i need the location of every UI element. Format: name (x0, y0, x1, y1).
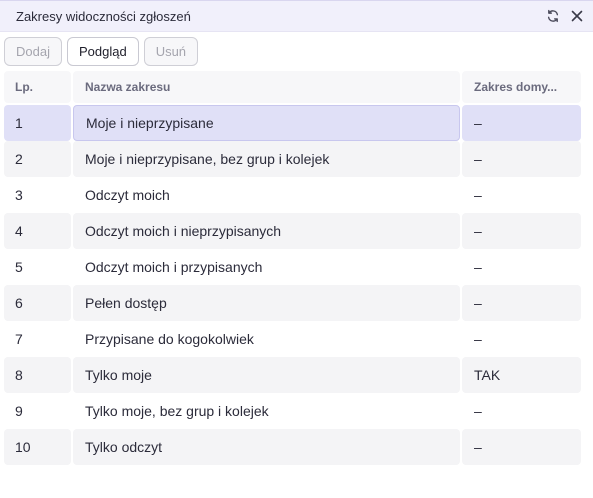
window-title: Zakresy widoczności zgłoszeń (16, 8, 191, 24)
row-number: 1 (4, 105, 71, 141)
row-number: 7 (15, 331, 23, 347)
row-number: 4 (4, 213, 71, 249)
table-row[interactable]: 6 Pełen dostęp – (4, 285, 581, 321)
row-scope-name: Odczyt moich i przypisanych (85, 259, 263, 275)
row-scope-name: Tylko moje, bez grup i kolejek (85, 403, 269, 419)
row-number: 2 (4, 141, 71, 177)
row-default-flag: – (474, 331, 482, 347)
row-scope-name: Przypisane do kogokolwiek (85, 331, 254, 347)
row-number: 9 (15, 403, 23, 419)
toolbar: Dodaj Podgląd Usuń (0, 32, 593, 70)
table-row[interactable]: 2 Moje i nieprzypisane, bez grup i koleje… (4, 141, 581, 177)
table-body: 1 Moje i nieprzypisane –2 Moje i nieprzypis… (4, 105, 581, 465)
table-row[interactable]: 7 Przypisane do kogokolwiek – (4, 321, 581, 357)
column-header-default[interactable]: Zakres domy... (462, 71, 581, 103)
scopes-window: Zakresy widoczności zgłoszeń Dodaj Podgl… (0, 0, 593, 498)
row-scope-name: Odczyt moich (85, 187, 170, 203)
row-default-flag: – (462, 213, 581, 249)
row-default-flag: – (462, 141, 581, 177)
row-scope-name: Pełen dostęp (73, 285, 460, 321)
row-scope-name: Odczyt moich i nieprzypisanych (73, 213, 460, 249)
row-number: 3 (15, 187, 23, 203)
row-number: 10 (4, 429, 71, 465)
row-scope-name: Moje i nieprzypisane (73, 105, 460, 141)
row-default-flag: – (474, 403, 482, 419)
table-row[interactable]: 10 Tylko odczyt – (4, 429, 581, 465)
table-row[interactable]: 8 Tylko moje TAK (4, 357, 581, 393)
column-header-lp[interactable]: Lp. (4, 71, 71, 103)
row-default-flag: – (462, 105, 581, 141)
row-default-flag: – (462, 285, 581, 321)
table-row[interactable]: 5 Odczyt moich i przypisanych – (4, 249, 581, 285)
close-icon[interactable] (567, 6, 587, 26)
row-number: 8 (4, 357, 71, 393)
row-default-flag: TAK (462, 357, 581, 393)
refresh-icon[interactable] (543, 6, 563, 26)
row-default-flag: – (462, 429, 581, 465)
row-scope-name: Moje i nieprzypisane, bez grup i kolejek (73, 141, 460, 177)
preview-button[interactable]: Podgląd (66, 36, 139, 66)
row-number: 5 (15, 259, 23, 275)
table-row[interactable]: 4 Odczyt moich i nieprzypisanych – (4, 213, 581, 249)
table-row[interactable]: 1 Moje i nieprzypisane – (4, 105, 581, 141)
scopes-table: Lp. Nazwa zakresu Zakres domy... 1 Moje i… (4, 71, 581, 465)
add-button[interactable]: Dodaj (4, 36, 62, 66)
row-default-flag: – (474, 187, 482, 203)
row-scope-name: Tylko odczyt (73, 429, 460, 465)
table-row[interactable]: 3 Odczyt moich – (4, 177, 581, 213)
row-number: 6 (4, 285, 71, 321)
table-header: Lp. Nazwa zakresu Zakres domy... (4, 71, 581, 103)
row-default-flag: – (474, 259, 482, 275)
column-header-name[interactable]: Nazwa zakresu (73, 71, 460, 103)
delete-button[interactable]: Usuń (143, 36, 199, 66)
titlebar: Zakresy widoczności zgłoszeń (0, 1, 593, 32)
table-row[interactable]: 9 Tylko moje, bez grup i kolejek – (4, 393, 581, 429)
row-scope-name: Tylko moje (73, 357, 460, 393)
